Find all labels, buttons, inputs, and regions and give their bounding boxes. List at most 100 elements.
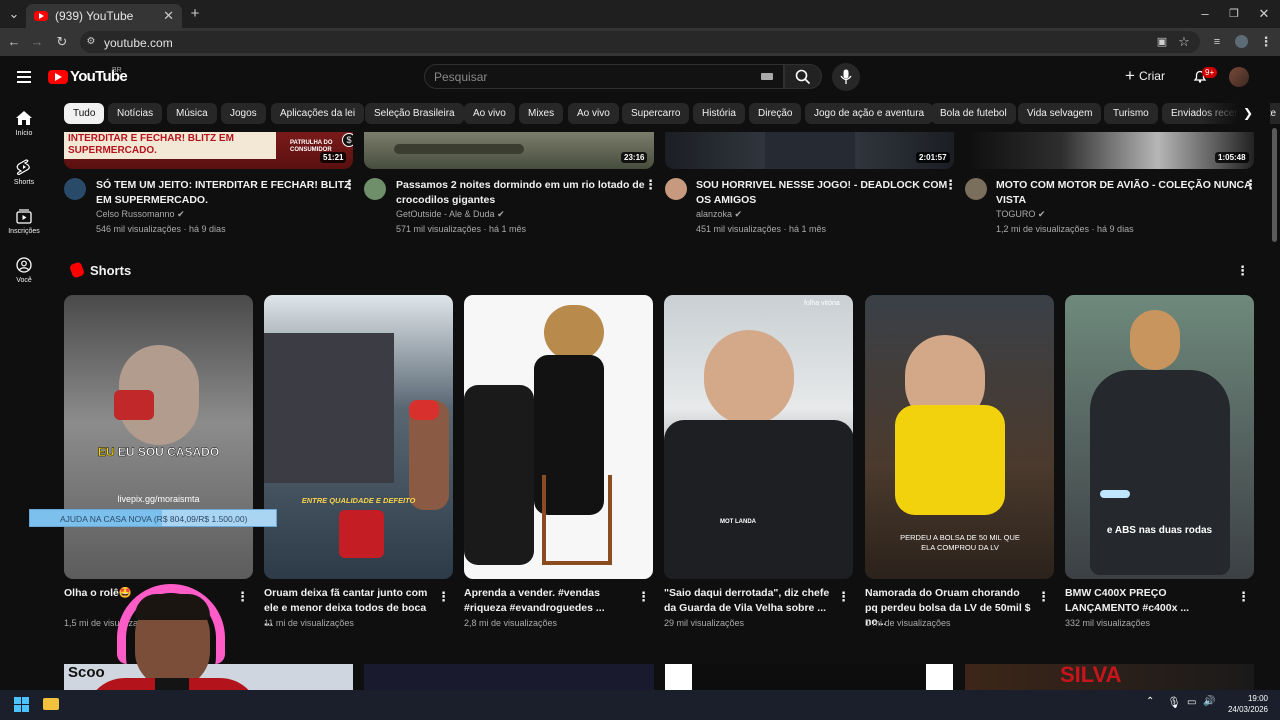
shorts-icon	[16, 159, 30, 175]
chip-turismo[interactable]: Turismo	[1104, 103, 1158, 124]
short-menu-icon[interactable]: ⋮	[437, 589, 450, 605]
tab-close-icon[interactable]: ✕	[163, 8, 174, 24]
chip-jogo-de-acao-e-aventura[interactable]: Jogo de ação e aventura	[805, 103, 934, 124]
video-title[interactable]: MOTO COM MOTOR DE AVIÃO - COLEÇÃO NUNCA …	[996, 178, 1258, 207]
channel-name[interactable]: TOGURO ✔	[996, 209, 1045, 220]
short-title[interactable]: BMW C400X PREÇO LANÇAMENTO #c400x ...	[1065, 586, 1233, 615]
badge-text: MOT LANDA	[720, 519, 756, 525]
shorts-logo-icon	[68, 261, 86, 279]
chip-historia[interactable]: História	[693, 103, 745, 124]
short-thumbnail[interactable]: ENTRE QUALIDADE E DEFEITO	[264, 295, 453, 579]
chip-jogos[interactable]: Jogos	[221, 103, 266, 124]
page-scrollbar[interactable]	[1272, 128, 1277, 242]
channel-avatar[interactable]	[64, 178, 86, 200]
sidebar-item-inicio[interactable]: Início	[2, 110, 46, 137]
reload-icon[interactable]: ↻	[53, 30, 71, 54]
chip-tudo[interactable]: Tudo	[64, 103, 105, 124]
back-arrow-icon[interactable]: ←	[5, 30, 23, 54]
short-menu-icon[interactable]: ⋮	[1237, 589, 1250, 605]
video-menu-icon[interactable]: ⋮	[1244, 177, 1257, 193]
video-thumbnail[interactable]	[364, 664, 654, 692]
address-bar[interactable]	[80, 31, 1200, 53]
site-info-icon[interactable]: ⚙	[84, 30, 98, 54]
video-menu-icon[interactable]: ⋮	[944, 177, 957, 193]
short-thumbnail[interactable]: EU EU SOU CASADO livepix.gg/moraismta	[64, 295, 253, 579]
video-menu-icon[interactable]: ⋮	[343, 177, 356, 193]
browser-tab-youtube[interactable]: (939) YouTube ✕	[26, 4, 182, 28]
avatar[interactable]	[1229, 67, 1249, 87]
channel-name[interactable]: Celso Russomanno ✔	[96, 209, 185, 220]
short-menu-icon[interactable]: ⋮	[1037, 589, 1050, 605]
minimize-icon[interactable]: –	[1195, 2, 1215, 26]
voice-search-button[interactable]	[832, 63, 860, 91]
video-thumbnail[interactable]: INTERDITAR E FECHAR! BLITZ EM SUPERMERCA…	[64, 132, 353, 169]
chrome-menu-icon[interactable]: ⋮	[1258, 30, 1274, 54]
short-thumbnail[interactable]: folha vitória MOT LANDA	[664, 295, 853, 579]
sidebar-item-shorts[interactable]: Shorts	[2, 159, 46, 186]
window-close-icon[interactable]: ✕	[1254, 2, 1274, 26]
short-thumbnail[interactable]: e ABS nas duas rodas	[1065, 295, 1254, 579]
channel-name[interactable]: alanzoka ✔	[696, 209, 742, 220]
video-thumbnail[interactable]: 2:01:57	[665, 132, 954, 169]
short-thumbnail[interactable]	[464, 295, 653, 579]
video-thumbnail[interactable]: 1:05:48	[965, 132, 1254, 169]
video-title[interactable]: SOU HORRIVEL NESSE JOGO! - DEADLOCK COM …	[696, 178, 958, 207]
chip-supercarro[interactable]: Supercarro	[622, 103, 690, 124]
short-menu-icon[interactable]: ⋮	[837, 589, 850, 605]
sidebar-item-inscricoes[interactable]: Inscrições	[2, 208, 46, 235]
youtube-logo-icon[interactable]	[48, 70, 68, 84]
search-button[interactable]	[784, 64, 822, 89]
reading-list-icon[interactable]: ≡	[1208, 30, 1226, 54]
clock-date[interactable]: 24/03/2026	[1222, 705, 1268, 714]
address-bar-url: youtube.com	[104, 36, 173, 50]
video-menu-icon[interactable]: ⋮	[644, 177, 657, 193]
channel-avatar[interactable]	[364, 178, 386, 200]
short-caption: ENTRE QUALIDADE E DEFEITO	[301, 496, 416, 505]
channel-name[interactable]: GetOutside - Ale & Duda ✔	[396, 209, 505, 220]
short-views: 29 mil visualizações	[664, 618, 745, 628]
video-duration: 23:16	[621, 152, 648, 163]
short-views: 11 mi de visualizações	[264, 618, 354, 628]
network-icon[interactable]: ▭	[1187, 697, 1196, 708]
tray-chevron-icon[interactable]: ⌃	[1146, 696, 1154, 707]
cast-icon[interactable]: ▣	[1153, 30, 1171, 54]
channel-avatar[interactable]	[965, 178, 987, 200]
chip-direcao[interactable]: Direção	[749, 103, 802, 124]
chip-ao-vivo[interactable]: Ao vivo	[464, 103, 515, 124]
short-thumbnail[interactable]: PERDEU A BOLSA DE 50 MIL QUE ELA COMPROU…	[865, 295, 1054, 579]
short-title[interactable]: "Saio daqui derrotada", diz chefe da Gua…	[664, 586, 832, 615]
shorts-menu-icon[interactable]: ⋮	[1236, 263, 1249, 279]
chip-ao-vivo-2[interactable]: Ao vivo	[568, 103, 619, 124]
video-title[interactable]: SÓ TEM UM JEITO: INTERDITAR E FECHAR! BL…	[96, 178, 358, 207]
chip-selecao-brasileira[interactable]: Seleção Brasileira	[365, 103, 464, 124]
chip-bola-de-futebol[interactable]: Bola de futebol	[931, 103, 1016, 124]
video-meta: 571 mil visualizações · há 1 mês	[396, 224, 527, 234]
chip-aplicacoes-da-lei[interactable]: Aplicações da lei	[271, 103, 365, 124]
forward-arrow-icon[interactable]: →	[28, 30, 46, 54]
clock-time[interactable]: 19:00	[1228, 694, 1268, 703]
short-menu-icon[interactable]: ⋮	[637, 589, 650, 605]
video-title[interactable]: Passamos 2 noites dormindo em um rio lot…	[396, 178, 658, 207]
video-thumbnail[interactable]: SILVA	[965, 664, 1254, 692]
tab-search-chevron-icon[interactable]: ⌄	[4, 2, 24, 26]
windows-start-icon[interactable]	[14, 697, 29, 712]
file-explorer-icon[interactable]	[43, 698, 59, 710]
create-button[interactable]: + Criar	[1125, 64, 1181, 88]
chip-next-arrow-icon[interactable]: ❯	[1243, 106, 1253, 120]
keyboard-icon[interactable]	[761, 73, 773, 80]
short-title[interactable]: Aprenda a vender. #vendas #riqueza #evan…	[464, 586, 632, 615]
video-thumbnail[interactable]	[665, 664, 954, 692]
chip-mixes[interactable]: Mixes	[519, 103, 564, 124]
chip-musica[interactable]: Música	[167, 103, 217, 124]
profile-icon[interactable]	[1235, 35, 1248, 48]
channel-avatar[interactable]	[665, 178, 687, 200]
tray-microphone-icon[interactable]: 🎙	[1167, 696, 1181, 709]
video-thumbnail[interactable]: 23:16	[364, 132, 654, 169]
new-tab-button[interactable]: +	[186, 2, 204, 26]
sidebar-item-voce[interactable]: Você	[2, 257, 46, 284]
volume-icon[interactable]: 🔊	[1203, 696, 1215, 707]
bookmark-star-icon[interactable]: ☆	[1175, 30, 1193, 54]
chip-noticias[interactable]: Notícias	[108, 103, 163, 124]
chip-vida-selvagem[interactable]: Vida selvagem	[1018, 103, 1102, 124]
restore-icon[interactable]: ❐	[1224, 2, 1244, 26]
